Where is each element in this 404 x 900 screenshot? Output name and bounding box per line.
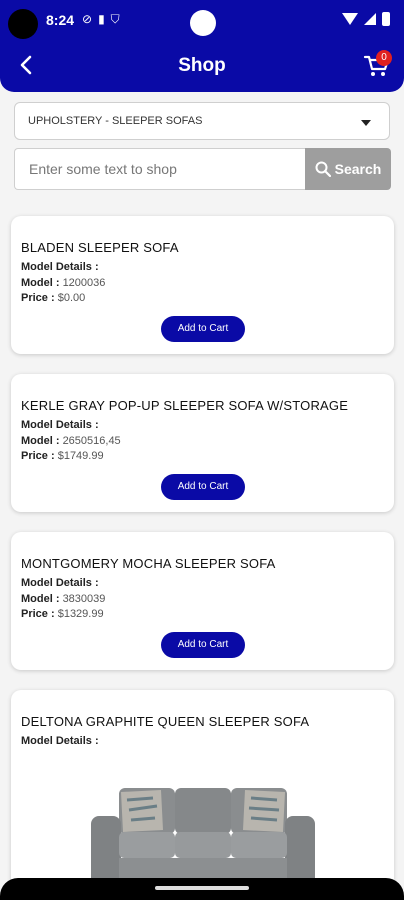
model-details-label: Model Details : bbox=[21, 419, 99, 431]
cart-count-badge: 0 bbox=[376, 50, 392, 66]
product-model: Model : 3830039 bbox=[21, 593, 106, 605]
model-details-label: Model Details : bbox=[21, 261, 99, 273]
add-to-cart-button[interactable]: Add to Cart bbox=[161, 474, 245, 500]
system-nav-bar bbox=[0, 878, 404, 900]
product-card: BLADEN SLEEPER SOFA Model Details : Mode… bbox=[11, 216, 394, 354]
search-input[interactable] bbox=[14, 148, 306, 190]
add-to-cart-button[interactable]: Add to Cart bbox=[161, 316, 245, 342]
signal-icon bbox=[364, 13, 376, 25]
app-bar: Shop bbox=[0, 40, 404, 92]
model-details-label: Model Details : bbox=[21, 577, 99, 589]
sim-card-icon: ▮ bbox=[98, 12, 105, 26]
dnd-icon: ⊘ bbox=[82, 12, 93, 26]
product-name: KERLE GRAY POP-UP SLEEPER SOFA W/STORAGE bbox=[21, 398, 349, 413]
product-name: BLADEN SLEEPER SOFA bbox=[21, 240, 179, 255]
category-dropdown[interactable]: UPHOLSTERY - SLEEPER SOFAS bbox=[14, 102, 390, 140]
product-card: KERLE GRAY POP-UP SLEEPER SOFA W/STORAGE… bbox=[11, 374, 394, 512]
add-to-cart-button[interactable]: Add to Cart bbox=[161, 632, 245, 658]
product-model: Model : 1200036 bbox=[21, 277, 106, 289]
page-title: Shop bbox=[178, 55, 226, 76]
search-icon bbox=[315, 161, 331, 177]
category-selected-value: UPHOLSTERY - SLEEPER SOFAS bbox=[28, 115, 203, 127]
model-details-label: Model Details : bbox=[21, 735, 99, 747]
product-model: Model : 2650516,45 bbox=[21, 435, 121, 447]
product-card: MONTGOMERY MOCHA SLEEPER SOFA Model Deta… bbox=[11, 532, 394, 670]
product-price: Price : $0.00 bbox=[21, 292, 86, 304]
wifi-icon bbox=[342, 13, 358, 25]
product-name: MONTGOMERY MOCHA SLEEPER SOFA bbox=[21, 556, 276, 571]
front-camera bbox=[190, 10, 216, 36]
home-indicator[interactable] bbox=[155, 886, 249, 890]
product-name: DELTONA GRAPHITE QUEEN SLEEPER SOFA bbox=[21, 714, 310, 729]
product-price: Price : $1749.99 bbox=[21, 450, 104, 462]
product-card: DELTONA GRAPHITE QUEEN SLEEPER SOFA Mode… bbox=[11, 690, 394, 890]
chevron-down-icon bbox=[361, 120, 371, 126]
product-price: Price : $1329.99 bbox=[21, 608, 104, 620]
status-bar: 8:24 ⊘ ▮ ⛉ bbox=[0, 0, 404, 40]
battery-icon bbox=[382, 12, 390, 26]
camera-cutout bbox=[8, 9, 38, 39]
status-time: 8:24 bbox=[46, 12, 75, 28]
search-button-label: Search bbox=[334, 161, 382, 177]
product-image bbox=[91, 788, 315, 890]
shield-icon: ⛉ bbox=[110, 12, 120, 26]
search-button[interactable]: Search bbox=[305, 148, 391, 190]
